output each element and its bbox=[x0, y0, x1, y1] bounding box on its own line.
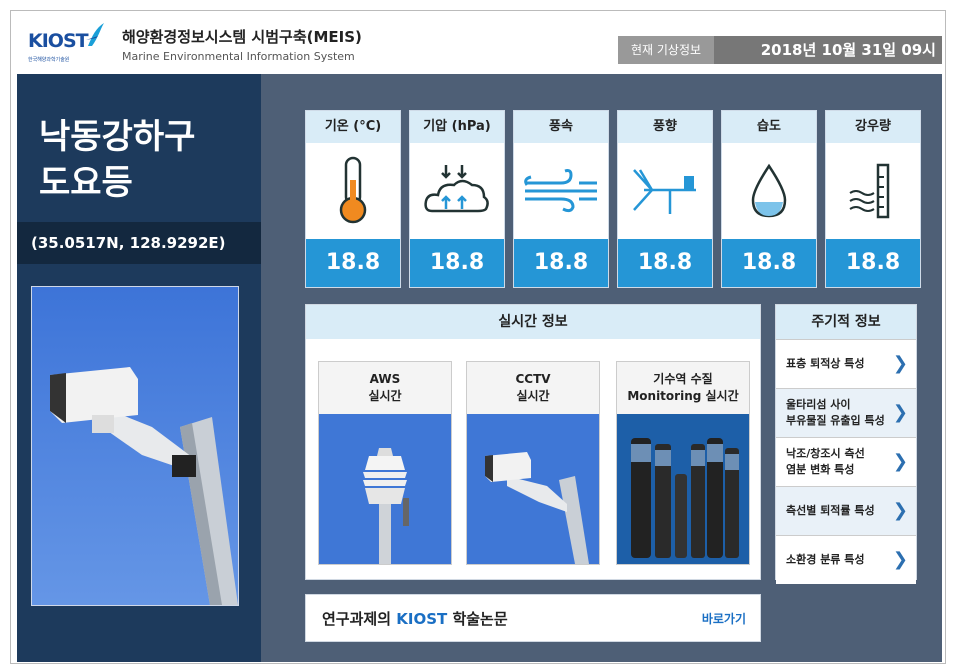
periodic-item-suspended-matter[interactable]: 울타리섬 사이 부유물질 유출입 특성 ❯ bbox=[776, 388, 916, 437]
papers-title-prefix: 연구과제의 bbox=[322, 610, 397, 628]
periodic-item-sedimentation-rate[interactable]: 측선별 퇴적률 특성 ❯ bbox=[776, 486, 916, 535]
periodic-item-label-line1: 울타리섬 사이 bbox=[786, 398, 851, 411]
weather-card-label: 풍속 bbox=[514, 111, 608, 143]
cctv-camera-illustration bbox=[32, 287, 238, 605]
weather-card-wind-direction[interactable]: 풍향 18.8 bbox=[617, 110, 713, 288]
current-weather-datetime: 2018년 10월 31일 09시 bbox=[714, 36, 942, 64]
weather-card-wind-speed[interactable]: 풍속 18.8 bbox=[513, 110, 609, 288]
realtime-card-title: 기수역 수질 Monitoring 실시간 bbox=[617, 362, 749, 414]
dashboard-panel: 기온 (°C) 18.8 기압 (hPa) 18.8 풍속 18.8 풍향 18… bbox=[261, 74, 942, 662]
logo-wing-icon bbox=[86, 23, 104, 46]
logo-subtext: 한국해양과학기술원 bbox=[28, 57, 70, 63]
realtime-info-title: 실시간 정보 bbox=[306, 305, 760, 339]
papers-title-suffix: 학술논문 bbox=[447, 610, 508, 628]
kiost-papers-banner: 연구과제의 KIOST 학술논문 바로가기 bbox=[305, 594, 761, 642]
rain-gauge-icon bbox=[826, 143, 920, 239]
weather-card-label: 기압 (hPa) bbox=[410, 111, 504, 143]
realtime-card-line1: AWS bbox=[369, 372, 401, 386]
periodic-item-label: 표층 퇴적상 특성 bbox=[786, 357, 865, 370]
weather-card-value: 18.8 bbox=[410, 239, 504, 287]
current-weather-label: 현재 기상정보 bbox=[618, 36, 714, 64]
realtime-card-line1: CCTV bbox=[515, 372, 551, 386]
station-coordinates: (35.0517N, 128.9292E) bbox=[17, 222, 261, 264]
realtime-card-cctv[interactable]: CCTV 실시간 bbox=[466, 361, 600, 565]
periodic-item-label-line2: 부유물질 유출입 특성 bbox=[786, 414, 885, 427]
realtime-card-line2: Monitoring 실시간 bbox=[627, 389, 739, 403]
station-name-line1: 낙동강하구 bbox=[39, 117, 196, 157]
periodic-item-label: 울타리섬 사이 부유물질 유출입 특성 bbox=[786, 397, 885, 429]
weather-card-value: 18.8 bbox=[826, 239, 920, 287]
chevron-right-icon: ❯ bbox=[892, 353, 908, 374]
weather-card-value: 18.8 bbox=[514, 239, 608, 287]
thermometer-icon bbox=[306, 143, 400, 239]
kiost-logo[interactable]: KIOST 한국해양과학기술원 bbox=[28, 20, 106, 64]
system-subtitle: Marine Environmental Information System bbox=[122, 50, 355, 63]
header: KIOST 한국해양과학기술원 해양환경정보시스템 시범구축(MEIS) Mar… bbox=[18, 14, 942, 70]
realtime-card-line2: 실시간 bbox=[368, 389, 402, 403]
chevron-right-icon: ❯ bbox=[892, 500, 908, 521]
weather-card-humidity[interactable]: 습도 18.8 bbox=[721, 110, 817, 288]
weather-card-value: 18.8 bbox=[618, 239, 712, 287]
realtime-card-title: CCTV 실시간 bbox=[467, 362, 599, 414]
chevron-right-icon: ❯ bbox=[892, 549, 908, 570]
weather-card-label: 강우량 bbox=[826, 111, 920, 143]
periodic-item-micro-environment[interactable]: 소환경 분류 특성 ❯ bbox=[776, 535, 916, 584]
realtime-card-title: AWS 실시간 bbox=[319, 362, 451, 414]
weather-card-label: 풍향 bbox=[618, 111, 712, 143]
chevron-right-icon: ❯ bbox=[892, 402, 908, 423]
weather-card-rainfall[interactable]: 강우량 18.8 bbox=[825, 110, 921, 288]
weather-card-pressure[interactable]: 기압 (hPa) 18.8 bbox=[409, 110, 505, 288]
wind-vane-icon bbox=[618, 143, 712, 239]
periodic-item-label-line1: 낙조/창조시 측선 bbox=[786, 447, 865, 460]
periodic-info-panel: 주기적 정보 표층 퇴적상 특성 ❯ 울타리섬 사이 부유물질 유출입 특성 ❯… bbox=[775, 304, 917, 584]
logo-text: KIOST bbox=[28, 30, 89, 52]
realtime-card-water-quality[interactable]: 기수역 수질 Monitoring 실시간 bbox=[616, 361, 750, 565]
weather-card-value: 18.8 bbox=[722, 239, 816, 287]
wind-icon bbox=[514, 143, 608, 239]
periodic-item-label: 소환경 분류 특성 bbox=[786, 553, 865, 566]
realtime-card-aws[interactable]: AWS 실시간 bbox=[318, 361, 452, 565]
realtime-info-panel: 실시간 정보 AWS 실시간 CCTV 실시간 기수역 수질 Monitorin… bbox=[305, 304, 761, 580]
aws-sensor-image bbox=[319, 414, 451, 564]
periodic-info-title: 주기적 정보 bbox=[776, 305, 916, 339]
periodic-item-surface-sediment[interactable]: 표층 퇴적상 특성 ❯ bbox=[776, 339, 916, 388]
water-quality-sensor-image bbox=[617, 414, 749, 564]
realtime-card-line1: 기수역 수질 bbox=[653, 372, 713, 386]
periodic-item-salinity[interactable]: 낙조/창조시 측선 염분 변화 특성 ❯ bbox=[776, 437, 916, 486]
pressure-cloud-icon bbox=[410, 143, 504, 239]
periodic-item-label-line2: 염분 변화 특성 bbox=[786, 463, 855, 476]
station-cctv-photo bbox=[31, 286, 239, 606]
weather-card-value: 18.8 bbox=[306, 239, 400, 287]
weather-card-label: 습도 bbox=[722, 111, 816, 143]
water-drop-icon bbox=[722, 143, 816, 239]
periodic-item-label: 측선별 퇴적률 특성 bbox=[786, 504, 875, 517]
chevron-right-icon: ❯ bbox=[892, 451, 908, 472]
papers-title-highlight: KIOST bbox=[396, 610, 448, 628]
periodic-item-label: 낙조/창조시 측선 염분 변화 특성 bbox=[786, 446, 865, 478]
weather-card-label: 기온 (°C) bbox=[306, 111, 400, 143]
system-title: 해양환경정보시스템 시범구축(MEIS) bbox=[122, 28, 362, 46]
station-panel: 낙동강하구 도요등 (35.0517N, 128.9292E) bbox=[17, 74, 261, 662]
realtime-card-line2: 실시간 bbox=[516, 389, 550, 403]
cctv-camera-image bbox=[467, 414, 599, 564]
weather-card-temperature[interactable]: 기온 (°C) 18.8 bbox=[305, 110, 401, 288]
station-name: 낙동강하구 도요등 bbox=[39, 114, 195, 206]
station-name-line2: 도요등 bbox=[39, 163, 133, 203]
papers-shortcut-link[interactable]: 바로가기 bbox=[702, 595, 746, 643]
papers-title: 연구과제의 KIOST 학술논문 bbox=[322, 595, 508, 643]
